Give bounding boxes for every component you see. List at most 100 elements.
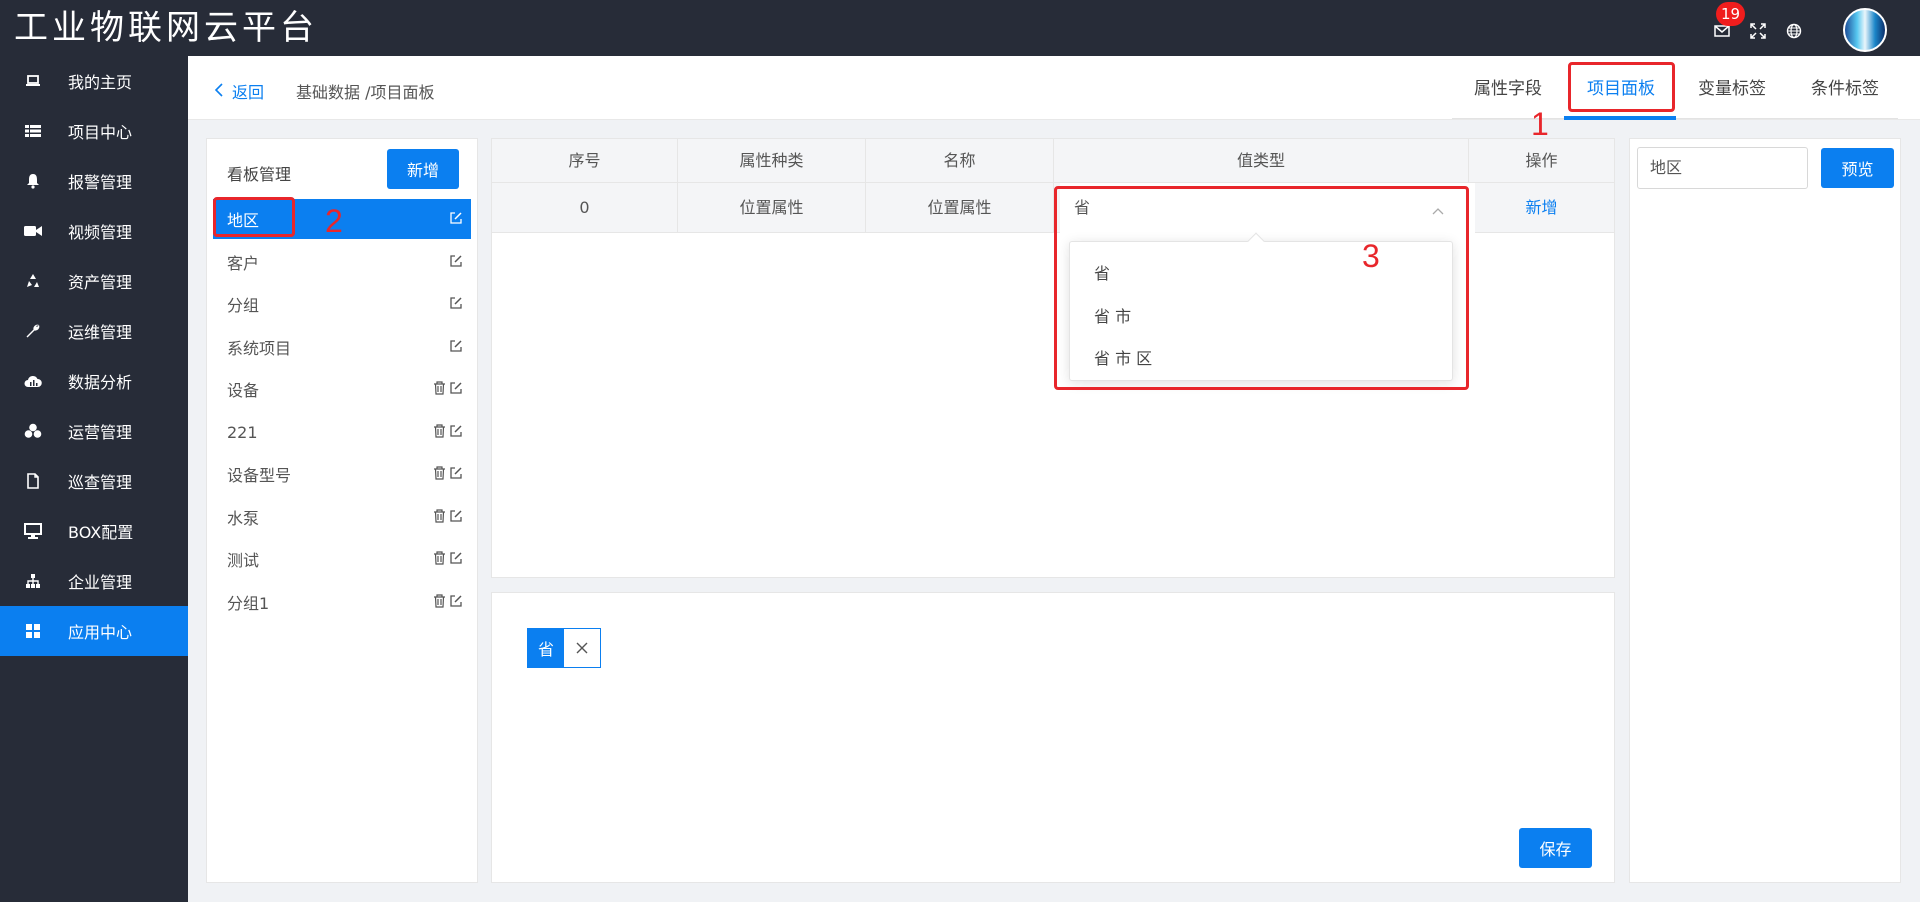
chevron-left-icon	[214, 82, 224, 101]
active-tab-indicator	[1564, 116, 1676, 120]
preview-input[interactable]: 地区	[1637, 147, 1808, 189]
sidebar-item-box-config[interactable]: BOX配置	[0, 506, 188, 556]
list-item[interactable]: 分组	[213, 284, 471, 324]
fullscreen-icon[interactable]	[1749, 22, 1767, 40]
video-icon	[24, 222, 42, 240]
cell-name: 位置属性	[866, 183, 1054, 233]
board-panel: 看板管理 新增 地区 客户 分组 系统项目 设备 221 设备型号 水泵 测试 …	[206, 138, 478, 883]
edit-icon[interactable]	[449, 211, 463, 225]
board-title: 看板管理	[227, 165, 292, 184]
org-chart-icon	[24, 572, 42, 590]
sidebar-item-label: BOX配置	[68, 523, 134, 542]
app-title: 工业物联网云平台	[14, 8, 318, 48]
list-item[interactable]: 设备	[213, 369, 471, 409]
edit-icon[interactable]	[449, 381, 463, 395]
breadcrumb: 基础数据 /项目面板	[296, 83, 435, 102]
back-label: 返回	[232, 83, 265, 102]
trash-icon[interactable]	[432, 594, 446, 608]
edit-icon[interactable]	[449, 551, 463, 565]
sidebar-item-label: 巡查管理	[68, 473, 133, 492]
edit-icon[interactable]	[449, 254, 463, 268]
sidebar-item-label: 应用中心	[68, 623, 133, 642]
sidebar-item-app-center[interactable]: 应用中心	[0, 606, 188, 656]
add-board-button[interactable]: 新增	[387, 149, 459, 189]
sidebar-item-inspection[interactable]: 巡查管理	[0, 456, 188, 506]
list-item[interactable]: 设备型号	[213, 454, 471, 494]
top-bar: 工业物联网云平台 19	[0, 0, 1920, 56]
list-item-label: 水泵	[227, 509, 260, 528]
edit-icon[interactable]	[449, 296, 463, 310]
wrench-icon	[24, 322, 42, 340]
sidebar-item-label: 项目中心	[68, 123, 133, 142]
annotation-number: 1	[1531, 106, 1549, 142]
preview-panel	[1629, 138, 1901, 883]
file-icon	[24, 472, 42, 490]
sidebar-item-enterprise[interactable]: 企业管理	[0, 556, 188, 606]
tab-condition-tags[interactable]: 条件标签	[1811, 74, 1879, 99]
table-header: 序号 属性种类 名称 值类型 操作	[492, 139, 1614, 183]
list-item-label: 221	[227, 422, 258, 442]
edit-icon[interactable]	[449, 509, 463, 523]
list-item-label: 客户	[227, 254, 260, 273]
bell-icon	[24, 172, 42, 190]
sidebar-item-home[interactable]: 我的主页	[0, 56, 188, 106]
list-item[interactable]: 系统项目	[213, 327, 471, 367]
sidebar-item-maintenance[interactable]: 运维管理	[0, 306, 188, 356]
list-item[interactable]: 分组1	[213, 582, 471, 622]
list-item[interactable]: 测试	[213, 539, 471, 579]
user-avatar[interactable]	[1843, 8, 1887, 52]
annotation-box	[1568, 62, 1675, 112]
sidebar-item-operations[interactable]: 运营管理	[0, 406, 188, 456]
tab-attribute-fields[interactable]: 属性字段	[1474, 74, 1542, 99]
edit-icon[interactable]	[449, 424, 463, 438]
notification-badge: 19	[1716, 2, 1746, 26]
trash-icon[interactable]	[432, 509, 446, 523]
selected-tag: 省	[527, 628, 601, 668]
list-icon	[24, 122, 42, 140]
sidebar-item-label: 企业管理	[68, 573, 133, 592]
cell-index: 0	[492, 183, 678, 233]
list-item[interactable]: 221	[213, 412, 471, 452]
trash-icon[interactable]	[432, 551, 446, 565]
sidebar-item-label: 数据分析	[68, 373, 133, 392]
tag-panel: 保存	[491, 592, 1615, 883]
sidebar-item-video[interactable]: 视频管理	[0, 206, 188, 256]
back-link[interactable]: 返回	[214, 79, 264, 103]
cubes-icon	[24, 422, 42, 440]
sidebar-item-alarms[interactable]: 报警管理	[0, 156, 188, 206]
annotation-number: 2	[325, 203, 343, 239]
cloud-chart-icon	[24, 372, 42, 390]
sidebar-item-label: 我的主页	[68, 73, 133, 92]
tag-label: 省	[528, 629, 564, 667]
add-row-link[interactable]: 新增	[1469, 183, 1614, 233]
sidebar-item-label: 视频管理	[68, 223, 133, 242]
list-item[interactable]: 客户	[213, 242, 471, 282]
close-icon[interactable]	[564, 629, 600, 667]
trash-icon[interactable]	[432, 466, 446, 480]
sidebar-item-projects[interactable]: 项目中心	[0, 106, 188, 156]
sidebar: 我的主页 项目中心 报警管理 视频管理 资产管理 运维管理 数据分析 运营管理 …	[0, 56, 188, 902]
list-item-label: 分组1	[227, 594, 270, 613]
recycle-icon	[24, 272, 42, 290]
sidebar-item-analytics[interactable]: 数据分析	[0, 356, 188, 406]
tab-variable-tags[interactable]: 变量标签	[1698, 74, 1766, 99]
annotation-box	[213, 197, 295, 237]
sidebar-item-assets[interactable]: 资产管理	[0, 256, 188, 306]
column-header: 名称	[866, 139, 1054, 183]
preview-button[interactable]: 预览	[1821, 148, 1894, 188]
annotation-number: 3	[1362, 238, 1380, 274]
trash-icon[interactable]	[432, 424, 446, 438]
sidebar-item-label: 资产管理	[68, 273, 133, 292]
laptop-icon	[24, 72, 42, 90]
edit-icon[interactable]	[449, 466, 463, 480]
edit-icon[interactable]	[449, 594, 463, 608]
sidebar-item-label: 运维管理	[68, 323, 133, 342]
globe-icon[interactable]	[1785, 22, 1803, 40]
trash-icon[interactable]	[432, 381, 446, 395]
list-item-label: 设备	[227, 381, 260, 400]
list-item-label: 设备型号	[227, 466, 292, 485]
save-button[interactable]: 保存	[1519, 828, 1592, 868]
edit-icon[interactable]	[449, 339, 463, 353]
list-item[interactable]: 水泵	[213, 497, 471, 537]
list-item-label: 系统项目	[227, 339, 292, 358]
